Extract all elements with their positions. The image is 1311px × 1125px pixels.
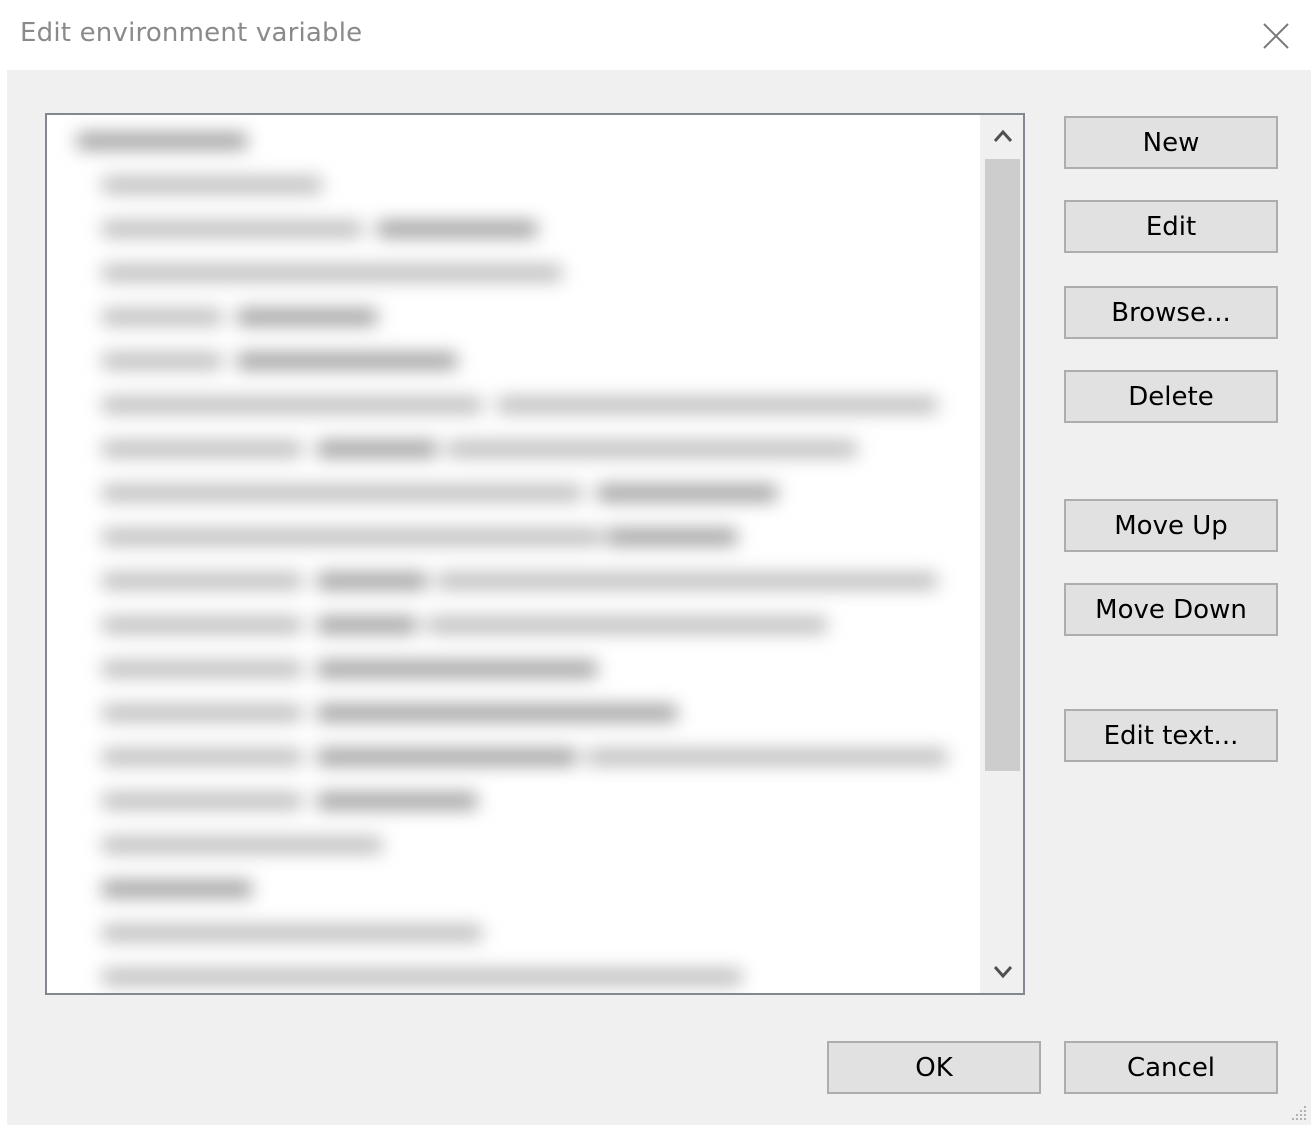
resize-grip-icon[interactable] (1290, 1104, 1308, 1122)
scroll-thumb[interactable] (985, 159, 1020, 771)
vertical-scrollbar[interactable] (980, 115, 1023, 993)
list-item[interactable] (47, 515, 977, 559)
list-item[interactable] (47, 339, 977, 383)
list-item[interactable] (47, 911, 977, 955)
list-item[interactable] (47, 735, 977, 779)
cancel-button[interactable]: Cancel (1064, 1041, 1278, 1094)
list-item[interactable] (47, 559, 977, 603)
move-down-button[interactable]: Move Down (1064, 583, 1278, 636)
list-item[interactable] (47, 955, 977, 993)
list-item[interactable] (47, 207, 977, 251)
move-up-button[interactable]: Move Up (1064, 499, 1278, 552)
ok-button[interactable]: OK (827, 1041, 1041, 1094)
scroll-up-button[interactable] (980, 115, 1023, 157)
list-item[interactable] (47, 119, 977, 163)
window-title: Edit environment variable (20, 18, 363, 48)
path-entries-list[interactable] (45, 113, 1025, 995)
list-item[interactable] (47, 779, 977, 823)
list-item[interactable] (47, 867, 977, 911)
edit-environment-variable-dialog: Edit environment variable New Edit Brows… (0, 0, 1311, 1125)
list-item[interactable] (47, 295, 977, 339)
list-item[interactable] (47, 691, 977, 735)
chevron-down-icon (993, 966, 1012, 979)
list-item[interactable] (47, 163, 977, 207)
close-button[interactable] (1254, 14, 1298, 58)
list-item[interactable] (47, 383, 977, 427)
list-item[interactable] (47, 471, 977, 515)
list-item[interactable] (47, 251, 977, 295)
close-icon (1263, 23, 1289, 49)
scroll-down-button[interactable] (980, 951, 1023, 993)
delete-button[interactable]: Delete (1064, 370, 1278, 423)
edit-text-button[interactable]: Edit text... (1064, 709, 1278, 762)
edit-button[interactable]: Edit (1064, 200, 1278, 253)
list-item[interactable] (47, 427, 977, 471)
browse-button[interactable]: Browse... (1064, 286, 1278, 339)
list-item[interactable] (47, 823, 977, 867)
blurred-list-content (47, 115, 977, 993)
list-item[interactable] (47, 647, 977, 691)
list-item[interactable] (47, 603, 977, 647)
title-bar[interactable]: Edit environment variable (0, 0, 1311, 70)
new-button[interactable]: New (1064, 116, 1278, 169)
chevron-up-icon (993, 129, 1012, 142)
